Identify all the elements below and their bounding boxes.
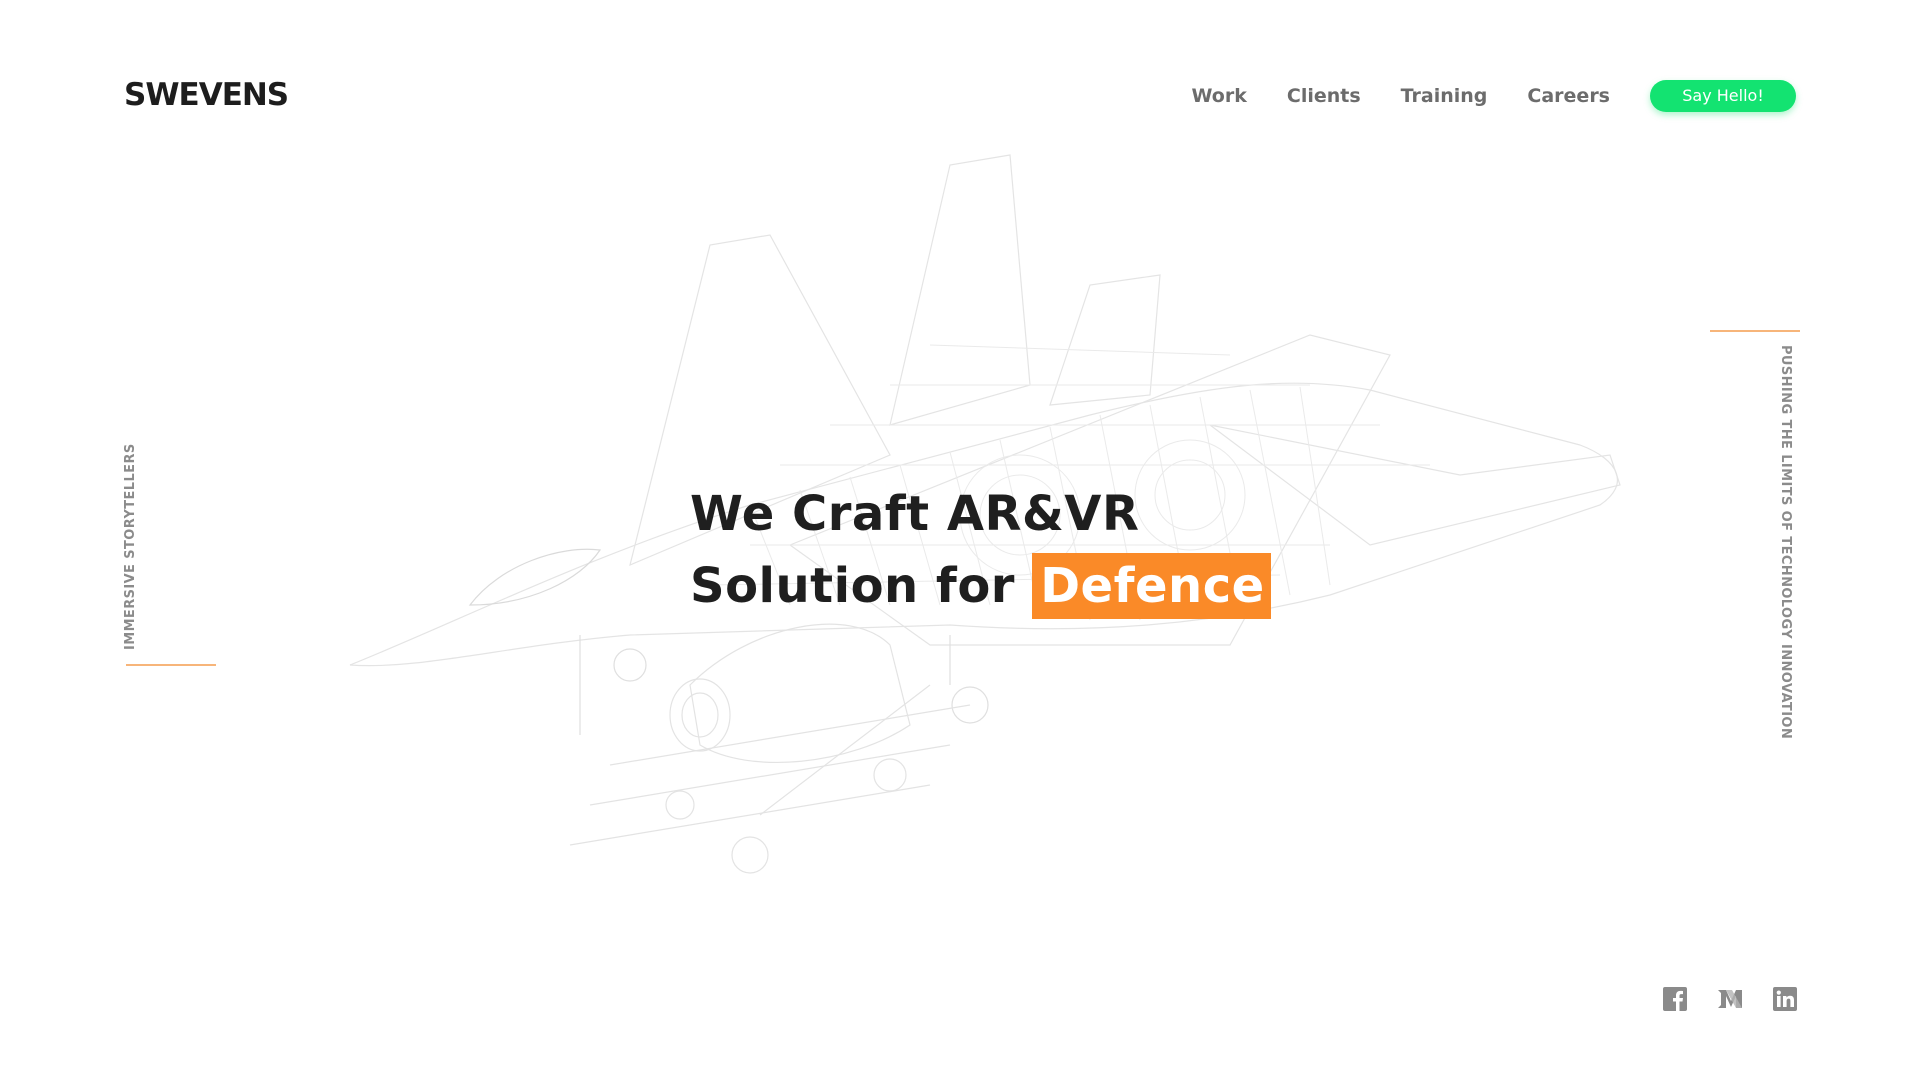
say-hello-button[interactable]: Say Hello! [1650,80,1796,112]
nav-item-work[interactable]: Work [1192,79,1247,113]
side-label-right: PUSHING THE LIMITS OF TECHNOLOGY INNOVAT… [1778,345,1793,740]
social-links [1662,986,1798,1012]
right-accent-line [1710,330,1800,332]
landing-page: SWEVENS Work Clients Training Careers Sa… [0,0,1920,1080]
side-label-left-container: IMMERSIVE STORYTELLERS [116,443,146,650]
hero-line-2-prefix: Solution for [690,558,1015,614]
main-nav: Work Clients Training Careers Say Hello! [1192,79,1796,113]
hero-line-1: We Craft AR&VR [690,486,1140,542]
hero-line-2: Solution for Defence [690,550,1271,622]
side-label-left: IMMERSIVE STORYTELLERS [123,443,138,650]
nav-item-clients[interactable]: Clients [1287,79,1361,113]
linkedin-icon[interactable] [1772,986,1798,1012]
hero-heading: We Craft AR&VR Solution for Defence [690,478,1271,622]
nav-item-training[interactable]: Training [1401,79,1488,113]
medium-icon[interactable] [1717,986,1743,1012]
side-label-right-container: PUSHING THE LIMITS OF TECHNOLOGY INNOVAT… [1770,345,1800,765]
facebook-icon[interactable] [1662,986,1688,1012]
brand-logo[interactable]: SWEVENS [124,80,289,111]
nav-item-careers[interactable]: Careers [1527,79,1610,113]
left-accent-line [126,664,216,666]
hero-highlight: Defence [1032,553,1271,619]
